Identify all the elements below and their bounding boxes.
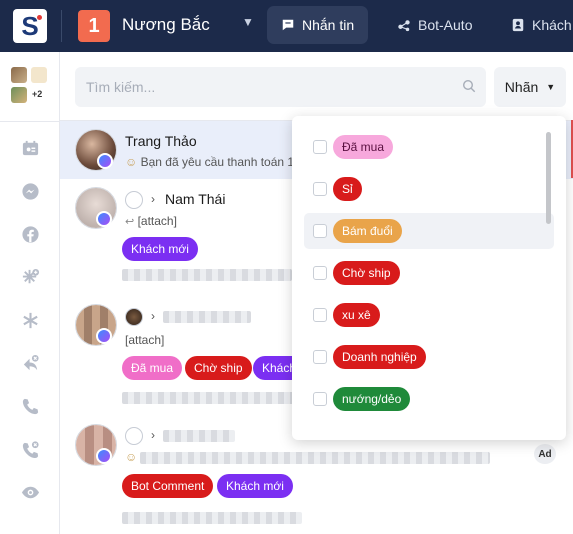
preview-text: [attach]	[137, 214, 177, 228]
search-icon[interactable]	[462, 79, 476, 93]
label-option[interactable]: xu xê	[304, 297, 554, 333]
search-input[interactable]	[75, 67, 455, 107]
label-pill: Bám đuổi	[333, 219, 402, 243]
message-preview: ↩ [attach]	[125, 214, 177, 228]
tag[interactable]: Khách mới	[217, 474, 293, 498]
contact-name: Trang Thảo	[125, 133, 197, 149]
label-option[interactable]: Bám đuổi	[304, 213, 554, 249]
messenger-badge-icon	[96, 448, 112, 464]
ad-badge: Ad	[534, 444, 556, 464]
redacted-name	[163, 430, 235, 442]
label-option[interactable]: nướng/dẻo	[304, 381, 554, 417]
checkbox[interactable]	[313, 266, 327, 280]
eye-icon[interactable]	[20, 482, 40, 502]
account-switcher[interactable]: +2	[10, 67, 50, 107]
sidebar: +2	[0, 52, 60, 534]
top-bar: S 1 Nương Bắc ▼ Nhắn tin Bot-Auto Khách	[0, 0, 573, 52]
label-filter-button[interactable]: Nhãn ▼	[494, 67, 566, 107]
chevron-down-icon[interactable]: ▼	[242, 15, 254, 29]
assignee-avatar	[125, 191, 143, 209]
messenger-icon[interactable]	[20, 181, 40, 201]
divider	[0, 121, 60, 122]
search-box	[75, 67, 486, 107]
asterisk-icon[interactable]	[20, 310, 40, 330]
chevron-right-icon: ›	[151, 309, 155, 323]
label-pill: nướng/dẻo	[333, 387, 411, 411]
label-pill: Doanh nghiệp	[333, 345, 426, 369]
system-user-icon: ☺	[125, 450, 138, 464]
checkbox[interactable]	[313, 224, 327, 238]
assignee-avatar	[125, 308, 143, 326]
facebook-icon[interactable]	[20, 224, 40, 244]
checkbox[interactable]	[313, 392, 327, 406]
label-option[interactable]: Đã mua	[304, 129, 554, 165]
chevron-right-icon: ›	[151, 428, 155, 442]
label-pill: Chờ ship	[333, 261, 400, 285]
checkbox[interactable]	[313, 308, 327, 322]
avatar	[31, 67, 47, 83]
system-user-icon: ☺	[125, 155, 138, 169]
tab-nhan-tin[interactable]: Nhắn tin	[267, 6, 369, 44]
messenger-badge-icon	[97, 153, 113, 169]
tab-khach[interactable]: Khách	[497, 6, 573, 44]
tab-bot-auto[interactable]: Bot-Auto	[383, 6, 486, 44]
scrollbar-thumb[interactable]	[546, 132, 551, 224]
label-dropdown: Đã mua Sỉ Bám đuổi Chờ ship xu xê Doanh …	[292, 116, 566, 440]
messenger-badge-icon	[96, 211, 112, 227]
tab-label: Nhắn tin	[302, 17, 355, 33]
label-option[interactable]: Doanh nghiệp	[304, 339, 554, 375]
caret-down-icon: ▼	[546, 82, 556, 92]
label-option[interactable]: Sỉ	[304, 171, 554, 207]
assignee-avatar	[125, 427, 143, 445]
calendar-icon[interactable]	[20, 138, 40, 158]
checkbox[interactable]	[313, 182, 327, 196]
checkbox[interactable]	[313, 140, 327, 154]
redacted-preview	[140, 452, 490, 464]
tag[interactable]: Chờ ship	[185, 356, 252, 380]
label-pill: Đã mua	[333, 135, 394, 159]
app-logo[interactable]: S	[13, 9, 47, 43]
account-count-badge: +2	[32, 89, 43, 99]
reply-icon: ↩	[125, 216, 135, 228]
label-pill: xu xê	[333, 303, 380, 327]
reply-remove-icon[interactable]	[20, 353, 40, 373]
phone-icon[interactable]	[20, 396, 40, 416]
message-preview: [attach]	[125, 333, 165, 347]
tab-label: Khách	[532, 17, 572, 33]
contact-icon	[512, 18, 524, 32]
avatar	[11, 67, 27, 83]
redacted-text	[122, 512, 302, 524]
chat-icon	[282, 19, 294, 31]
bot-icon	[398, 20, 410, 32]
redacted-name	[163, 311, 251, 323]
preview-text: Bạn đã yêu cầu thanh toán 1	[140, 155, 295, 169]
contact-name: Nam Thái	[165, 191, 226, 207]
phone-missed-icon[interactable]	[20, 439, 40, 459]
tag[interactable]: Khách mới	[122, 237, 198, 261]
label-option[interactable]: Chờ ship	[304, 255, 554, 291]
divider	[61, 10, 62, 42]
redacted-text	[122, 269, 292, 281]
page-number-badge[interactable]: 1	[78, 10, 110, 42]
checkbox[interactable]	[313, 350, 327, 364]
page-name[interactable]: Nương Bắc	[122, 15, 210, 35]
tag[interactable]: Bot Comment	[122, 474, 214, 498]
tab-label: Bot-Auto	[418, 17, 473, 33]
star-add-icon[interactable]	[20, 267, 40, 287]
chevron-right-icon: ›	[151, 192, 155, 206]
label-pill: Sỉ	[333, 177, 362, 201]
message-preview: ☺ Bạn đã yêu cầu thanh toán 1	[125, 155, 294, 169]
avatar	[11, 87, 27, 103]
messenger-badge-icon	[96, 328, 112, 344]
label-filter-text: Nhãn	[504, 79, 539, 95]
logo-dot	[37, 15, 42, 20]
tag[interactable]: Đã mua	[122, 356, 183, 380]
